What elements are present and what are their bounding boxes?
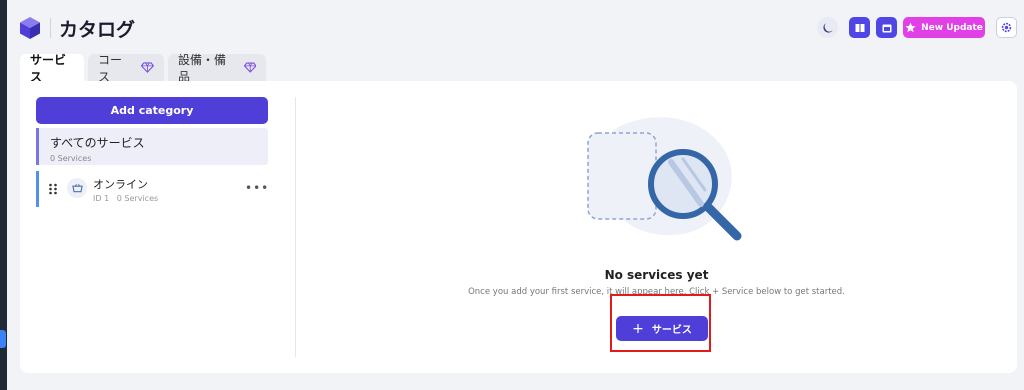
calendar-icon <box>882 24 891 32</box>
app-logo-icon <box>20 17 40 39</box>
add-service-label: サービス <box>651 325 692 336</box>
empty-search-illustration <box>587 117 742 241</box>
tab-equipment[interactable]: 設備・備品 <box>168 53 266 84</box>
more-options-icon[interactable]: ••• <box>245 181 268 195</box>
calendar-button[interactable] <box>876 17 897 38</box>
collapse-handle[interactable] <box>0 330 6 348</box>
guide-button[interactable] <box>849 17 870 38</box>
category-count: 0 Services <box>50 154 92 163</box>
settings-button[interactable] <box>996 17 1017 38</box>
basket-icon <box>71 184 83 193</box>
category-id: ID 1 <box>93 194 110 203</box>
header: カタログ <box>7 0 1024 52</box>
moon-icon <box>822 22 833 33</box>
catalog-panel: Add category すべてのサービス 0 Services オンライン I… <box>20 81 1017 373</box>
dark-mode-toggle[interactable] <box>817 17 838 38</box>
category-icon <box>67 178 87 198</box>
category-item-all[interactable]: すべてのサービス 0 Services <box>36 128 268 165</box>
category-item-online[interactable]: オンライン ID 1 0 Services ••• <box>36 171 268 207</box>
category-meta: ID 1 0 Services <box>93 194 158 203</box>
gear-icon <box>1001 22 1012 33</box>
tab-label: コース <box>98 52 123 84</box>
category-title: オンライン <box>93 178 148 191</box>
star-icon <box>905 22 916 33</box>
drag-handle-icon[interactable] <box>48 183 58 195</box>
new-update-button[interactable]: New Update <box>903 17 985 38</box>
empty-state-title: No services yet <box>604 268 709 282</box>
add-category-button[interactable]: Add category <box>36 97 268 124</box>
category-sidebar: Add category すべてのサービス 0 Services オンライン I… <box>36 97 268 207</box>
header-separator <box>50 18 51 38</box>
panel-divider <box>295 97 296 357</box>
category-count: 0 Services <box>116 194 159 203</box>
book-icon <box>855 23 864 32</box>
add-service-button[interactable]: + サービス <box>616 316 708 341</box>
category-title: すべてのサービス <box>50 136 145 150</box>
page-title: カタログ <box>59 19 136 41</box>
plus-icon: + <box>632 320 644 337</box>
diamond-icon <box>243 62 256 73</box>
tab-services[interactable]: サービス <box>20 53 84 84</box>
tab-courses[interactable]: コース <box>88 53 164 84</box>
category-text: オンライン ID 1 0 Services <box>93 176 158 203</box>
new-update-label: New Update <box>921 22 983 33</box>
diamond-icon <box>141 62 154 73</box>
tab-label: 設備・備品 <box>178 52 227 84</box>
tab-label: サービス <box>30 52 67 84</box>
catalog-tabs: サービス コース 設備・備品 <box>20 53 266 84</box>
